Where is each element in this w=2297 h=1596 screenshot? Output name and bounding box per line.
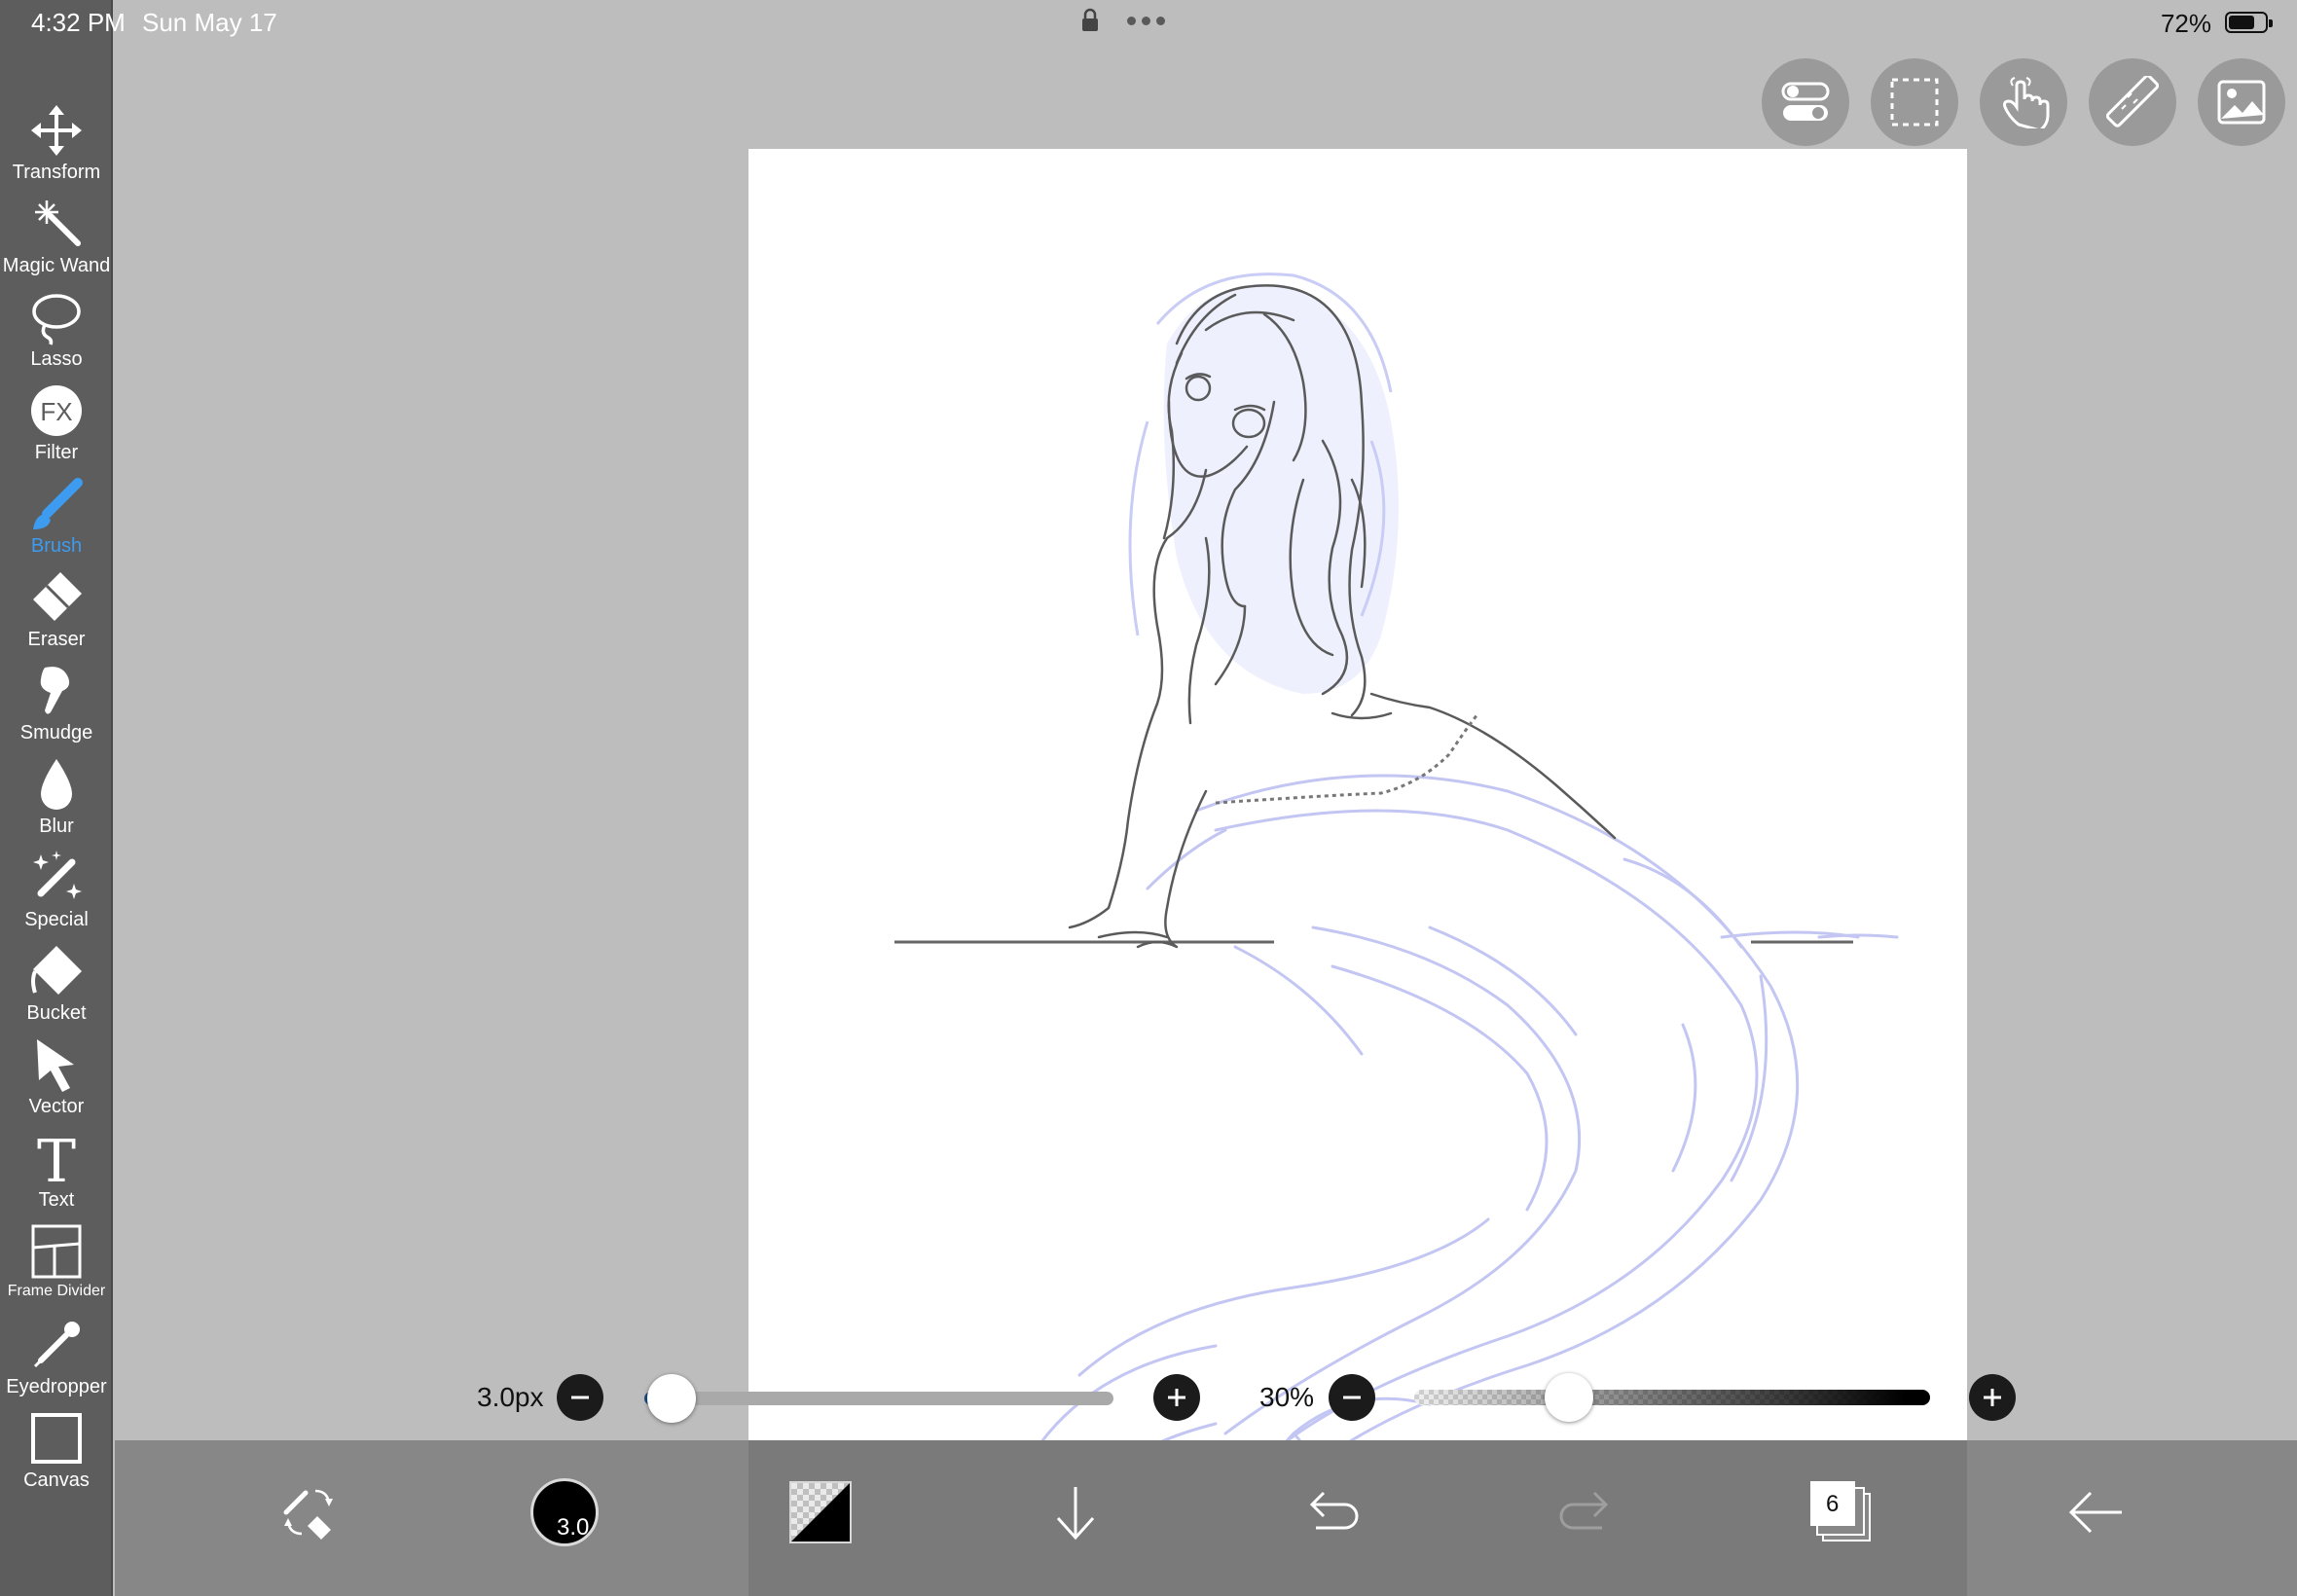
swap-tool-button[interactable] (261, 1464, 358, 1561)
toggle-switches-icon (1781, 82, 1830, 121)
status-date: Sun May 17 (142, 8, 277, 37)
back-arrow-icon (2068, 1491, 2122, 1534)
layers-button[interactable]: 6 (1793, 1464, 1890, 1561)
tool-label: Special (24, 909, 89, 930)
tool-canvas[interactable]: Canvas (0, 1409, 113, 1492)
move-arrows-icon (31, 105, 82, 156)
svg-text:FX: FX (40, 397, 72, 426)
reference-button[interactable] (2198, 58, 2285, 146)
brush-icon (33, 478, 83, 529)
tool-transform[interactable]: Transform (0, 101, 113, 184)
tool-label: Eyedropper (6, 1376, 107, 1397)
tool-label: Magic Wand (2, 255, 111, 276)
tool-eraser[interactable]: Eraser (0, 568, 113, 651)
toggle-settings-button[interactable] (1762, 58, 1849, 146)
tool-sidebar: Transform Magic Wand Lasso FX Filter Bru… (0, 0, 113, 1596)
tool-filter[interactable]: FX Filter (0, 381, 113, 464)
brush-opacity-value: 30% (1259, 1382, 1315, 1412)
tool-label: Eraser (27, 629, 86, 650)
size-decrease-button[interactable] (557, 1374, 603, 1421)
smudge-icon (40, 667, 70, 714)
opacity-decrease-button[interactable] (1329, 1374, 1375, 1421)
brush-size-badge: 3.0 (557, 1514, 590, 1541)
size-increase-button[interactable] (1153, 1374, 1200, 1421)
status-time: 4:32 PM (31, 8, 126, 37)
tool-magic-wand[interactable]: Magic Wand (0, 195, 113, 277)
tool-blur[interactable]: Blur (0, 755, 113, 838)
tool-smudge[interactable]: Smudge (0, 662, 113, 744)
brush-size-value: 3.0px (477, 1382, 544, 1412)
layers-icon: 6 (1810, 1481, 1873, 1543)
plus-icon (1168, 1389, 1185, 1406)
undo-icon (1309, 1491, 1359, 1530)
tool-label: Bucket (26, 1002, 87, 1024)
bottom-bar: 3.0 6 (115, 1440, 2297, 1596)
frame-divider-icon (31, 1224, 82, 1279)
battery-percent: 72% (2160, 9, 2211, 38)
cursor-arrow-icon (37, 1039, 74, 1092)
eraser-icon (33, 572, 82, 621)
tool-label: Filter (34, 442, 79, 463)
svg-text:T: T (37, 1129, 76, 1187)
ruler-icon (2106, 76, 2159, 127)
hand-touch-icon (2003, 77, 2050, 128)
gesture-button[interactable] (1980, 58, 2067, 146)
download-arrow-icon (1056, 1487, 1095, 1541)
magic-wand-icon (35, 200, 81, 246)
eyedropper-icon (33, 1322, 80, 1368)
download-button[interactable] (1027, 1464, 1124, 1561)
tool-text[interactable]: T Text (0, 1129, 113, 1212)
opacity-increase-button[interactable] (1969, 1374, 2016, 1421)
minus-icon (1343, 1396, 1361, 1399)
image-reference-icon (2217, 80, 2266, 125)
bucket-icon (31, 946, 82, 995)
selection-button[interactable] (1871, 58, 1958, 146)
lock-icon (1080, 8, 1100, 38)
color-swatch-icon (789, 1481, 852, 1543)
tool-label: Text (38, 1189, 75, 1211)
undo-button[interactable] (1283, 1464, 1380, 1561)
sparkle-brush-icon (33, 851, 82, 899)
tool-label: Vector (28, 1096, 85, 1117)
canvas-square-icon (31, 1413, 82, 1464)
layers-count: 6 (1826, 1491, 1840, 1517)
plus-icon (1984, 1389, 2001, 1406)
brush-size-icon: 3.0 (530, 1478, 599, 1546)
minus-icon (571, 1396, 589, 1399)
tool-label: Smudge (19, 722, 93, 744)
tool-eyedropper[interactable]: Eyedropper (0, 1316, 113, 1398)
tool-label: Blur (39, 816, 74, 837)
tool-vector[interactable]: Vector (0, 1035, 113, 1118)
tool-frame-divider[interactable]: Frame Divider (0, 1222, 113, 1300)
status-bar: 4:32 PM Sun May 17 72% (0, 0, 2297, 45)
tool-lasso[interactable]: Lasso (0, 288, 113, 371)
tool-label: Lasso (30, 348, 83, 370)
tool-label: Brush (30, 535, 83, 557)
brush-opacity-slider[interactable] (1414, 1373, 1930, 1422)
redo-button[interactable] (1538, 1464, 1635, 1561)
color-button[interactable] (772, 1464, 869, 1561)
tool-label: Frame Divider (7, 1283, 106, 1299)
fx-icon: FX (31, 385, 82, 436)
droplet-icon (41, 759, 72, 810)
back-button[interactable] (2048, 1464, 2145, 1561)
tool-label: Canvas (23, 1469, 90, 1491)
battery-icon (2225, 12, 2273, 33)
brush-size-slider-thumb[interactable] (647, 1374, 696, 1423)
brush-opacity-slider-thumb[interactable] (1545, 1373, 1593, 1422)
swap-brush-eraser-icon (283, 1489, 333, 1540)
lasso-icon (32, 294, 81, 345)
brush-size-slider[interactable] (644, 1374, 1113, 1423)
ruler-button[interactable] (2089, 58, 2176, 146)
brush-size-button[interactable]: 3.0 (516, 1464, 613, 1561)
tool-bucket[interactable]: Bucket (0, 942, 113, 1025)
tool-special[interactable]: Special (0, 849, 113, 931)
multitasking-dots-icon[interactable] (1127, 17, 1165, 25)
tool-label: Transform (12, 162, 101, 183)
dashed-selection-icon (1890, 78, 1939, 127)
tool-brush[interactable]: Brush (0, 475, 113, 558)
text-t-icon: T (37, 1129, 76, 1187)
redo-icon (1559, 1491, 1609, 1530)
